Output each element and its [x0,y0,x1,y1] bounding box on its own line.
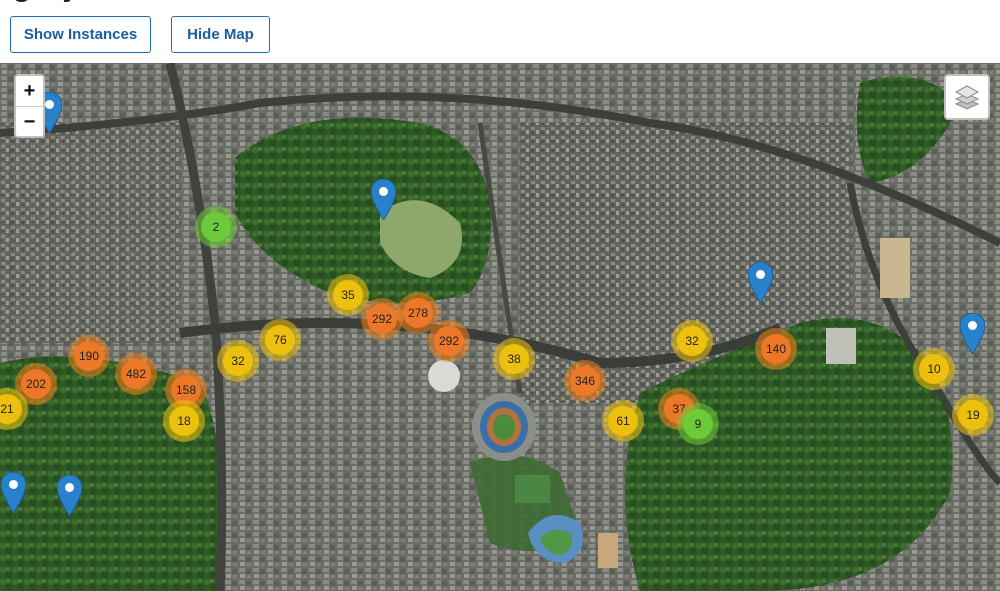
cluster-marker[interactable]: 38 [493,338,535,380]
cluster-marker[interactable]: 9 [677,403,719,445]
map-pin-icon[interactable] [960,313,985,354]
cluster-marker[interactable]: 32 [217,340,259,382]
satellite-imagery [0,63,1000,591]
cluster-count: 21 [0,394,22,424]
cluster-count: 35 [333,280,363,310]
cluster-count: 346 [570,366,600,396]
page-title: rgary [0,0,70,6]
cluster-count: 32 [677,326,707,356]
layers-icon [954,85,980,110]
cluster-count: 202 [21,369,51,399]
cluster-marker[interactable]: 190 [68,335,110,377]
map-pin-icon[interactable] [371,179,396,220]
top-bar: rgary Show Instances Hide Map [0,0,1000,63]
cluster-count: 278 [403,298,433,328]
cluster-marker[interactable]: 19 [952,394,994,436]
cluster-marker[interactable]: 76 [259,319,301,361]
cluster-marker[interactable]: 482 [115,353,157,395]
map-pin-icon[interactable] [57,475,82,516]
map-pin-icon[interactable] [1,472,26,513]
cluster-count: 292 [434,326,464,356]
cluster-count: 18 [169,406,199,436]
cluster-marker[interactable]: 292 [361,298,403,340]
cluster-count: 10 [919,354,949,384]
cluster-count: 2 [201,212,231,242]
map-pin-icon[interactable] [748,262,773,303]
zoom-out-button[interactable]: − [16,107,43,136]
cluster-marker[interactable]: 346 [564,360,606,402]
satellite-map[interactable]: 2 35 292 278 292 76 32 190 202 482 158 1… [0,63,1000,591]
cluster-count: 19 [958,400,988,430]
cluster-count: 190 [74,341,104,371]
cluster-count: 61 [608,406,638,436]
zoom-in-button[interactable]: + [16,76,43,107]
cluster-marker[interactable]: 2 [195,206,237,248]
cluster-count: 292 [367,304,397,334]
show-instances-button[interactable]: Show Instances [10,16,151,53]
cluster-marker[interactable]: 18 [163,400,205,442]
cluster-marker[interactable]: 140 [755,328,797,370]
cluster-marker[interactable]: 292 [428,320,470,362]
cluster-marker[interactable]: 10 [913,348,955,390]
hide-map-button[interactable]: Hide Map [171,16,270,53]
layers-button[interactable] [944,74,990,120]
cluster-marker[interactable]: 61 [602,400,644,442]
cluster-count: 76 [265,325,295,355]
cluster-marker[interactable]: 32 [671,320,713,362]
cluster-count: 140 [761,334,791,364]
cluster-count: 9 [683,409,713,439]
cluster-count: 32 [223,346,253,376]
cluster-count: 482 [121,359,151,389]
zoom-control: + − [14,74,45,138]
cluster-count: 38 [499,344,529,374]
